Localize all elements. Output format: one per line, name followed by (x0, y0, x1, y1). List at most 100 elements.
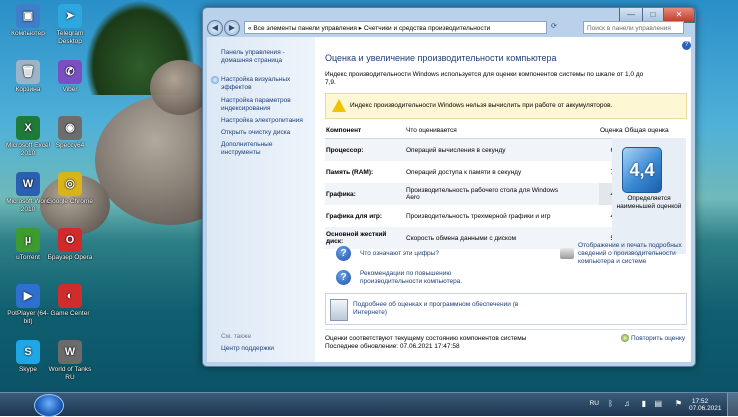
component-cell: Графика: (326, 190, 356, 198)
see-also-heading: См. также (221, 333, 252, 340)
shield-icon (211, 76, 219, 84)
desktop-icon-label: World of Tanks RU (48, 366, 92, 381)
control-panel-window[interactable]: — □ ✕ ◀ ▶ « Все элементы панели управлен… (202, 7, 696, 367)
what-cell: Операций вычисления в секунду (406, 146, 506, 154)
desktop-icon-label: uTorrent (16, 254, 40, 261)
app-icon: W (58, 340, 82, 364)
desktop-icon[interactable]: S Skype (4, 340, 52, 374)
base-score-caption: Определяется наименьшей оценкой (616, 195, 682, 210)
link-cp-home[interactable]: Панель управления - домашняя страница (221, 49, 311, 65)
col-what: Что оценивается (405, 123, 599, 139)
link-power[interactable]: Настройка электропитания (221, 117, 311, 125)
desktop-icon-label: Microsoft Excel 2010 (5, 142, 51, 157)
desktop-icon[interactable]: ✆ Viber (46, 60, 94, 94)
link-indexing[interactable]: Настройка параметров индексирования (221, 97, 311, 113)
app-icon: ➤ (58, 4, 82, 28)
battery-icon[interactable]: ▮ (642, 399, 646, 408)
forward-button[interactable]: ▶ (224, 20, 240, 36)
link-action-center[interactable]: Центр поддержки (221, 345, 274, 353)
app-icon: S (16, 340, 40, 364)
desktop-icon-label: Компьютер (11, 30, 45, 37)
taskbar: RU ᛒ ♫ ▮ ▤ ⚑ 17:52 07.06.2021 (0, 392, 738, 417)
app-icon: X (16, 116, 40, 140)
desktop-icon[interactable]: µ uTorrent (4, 228, 52, 262)
page-title: Оценка и увеличение производительности к… (325, 53, 557, 63)
warning-text: Индекс производительности Windows нельзя… (350, 102, 613, 109)
desktop-icon[interactable]: ◐ Game Center (46, 284, 94, 318)
link-visual-effects[interactable]: Настройка визуальных эффектов (221, 76, 311, 92)
app-icon: µ (16, 228, 40, 252)
flag-icon[interactable]: ⚑ (675, 399, 682, 408)
desktop-icon-label: Telegram Desktop (56, 30, 84, 45)
component-cell: Графика для игр: (326, 212, 383, 220)
title-bar[interactable]: — □ ✕ ◀ ▶ « Все элементы панели управлен… (203, 8, 695, 36)
link-online-details[interactable]: Подробнее об оценках и программном обесп… (353, 301, 523, 317)
app-icon: ◐ (58, 284, 82, 308)
question-icon: ? (336, 270, 351, 285)
col-base-score: Общая оценка (623, 123, 685, 139)
component-cell: Память (RAM): (326, 168, 374, 176)
desktop-icon[interactable]: O Браузер Opera (46, 228, 94, 262)
intro-text: Индекс производительности Windows исполь… (325, 71, 644, 86)
status-line-2: Последнее обновление: 07.06.2021 17:47:5… (325, 343, 460, 350)
document-icon (330, 299, 348, 321)
what-cell: Скорость обмена данными с диском (406, 234, 517, 242)
desktop-icon[interactable]: W Microsoft Word 2010 (4, 172, 52, 214)
rock-decoration (150, 60, 210, 115)
link-print-details[interactable]: Отображение и печать подробных сведений … (578, 242, 686, 266)
details-box: Подробнее об оценках и программном обесп… (325, 293, 687, 325)
show-desktop-button[interactable] (727, 393, 738, 416)
app-icon: ✆ (58, 60, 82, 84)
desktop-icon[interactable]: W World of Tanks RU (46, 340, 94, 382)
link-what-do-numbers-mean[interactable]: Что означают эти цифры? (360, 250, 439, 258)
left-task-pane: Панель управления - домашняя страница На… (207, 37, 315, 362)
desktop-icon[interactable]: ➤ Telegram Desktop (46, 4, 94, 46)
app-icon: O (58, 228, 82, 252)
warning-icon (332, 99, 346, 112)
app-icon: ◎ (58, 172, 82, 196)
address-bar[interactable]: « Все элементы панели управления ▸ Счетч… (244, 21, 547, 34)
refresh-icon[interactable]: ⟳ (551, 22, 563, 33)
app-icon: W (16, 172, 40, 196)
base-score-badge: 4,4 (622, 147, 662, 193)
what-cell: Производительность рабочего стола для Wi… (406, 187, 559, 201)
desktop-icon[interactable]: ◎ Google Chrome (46, 172, 94, 206)
network-icon[interactable]: ▤ (654, 399, 662, 408)
desktop-icon[interactable]: ▣ Компьютер (4, 4, 52, 38)
what-cell: Производительность трехмерной графики и … (406, 212, 551, 220)
col-score: Оценка (599, 123, 624, 139)
what-cell: Операций доступа к памяти в секунду (406, 168, 522, 176)
component-cell: Основной жесткий диск: (326, 231, 387, 245)
battery-warning-bar: Индекс производительности Windows нельзя… (325, 93, 687, 119)
app-icon: ▣ (16, 4, 40, 28)
link-disk-cleanup[interactable]: Открыть очистку диска (221, 129, 311, 137)
link-advanced-tools[interactable]: Дополнительные инструменты (221, 141, 311, 157)
speaker-icon[interactable]: ♫ (624, 399, 630, 408)
component-cell: Процессор: (326, 146, 364, 154)
language-indicator[interactable]: RU (590, 400, 599, 407)
shield-icon (621, 334, 629, 342)
link-performance-tips[interactable]: Рекомендации по повышению производительн… (360, 270, 510, 286)
desktop-icon-label: Google Chrome (47, 198, 93, 205)
desktop-icon[interactable]: 🗑 Корзина (4, 60, 52, 94)
desktop-icon-label: PotPlayer (64-bit) (7, 310, 49, 325)
clock-time: 17:52 (691, 398, 709, 405)
app-icon: ▶ (16, 284, 40, 308)
desktop-icon-label: Viber (62, 86, 78, 93)
start-button[interactable] (34, 394, 64, 417)
divider (325, 329, 687, 330)
clock[interactable]: 17:52 07.06.2021 (689, 398, 722, 412)
help-icon[interactable]: ? (682, 41, 691, 50)
desktop-icon[interactable]: ◉ Speccy64 (46, 116, 94, 150)
back-button[interactable]: ◀ (207, 20, 223, 36)
desktop-icon[interactable]: ▶ PotPlayer (64-bit) (4, 284, 52, 326)
desktop-icon-label: Корзина (15, 86, 41, 93)
status-line-1: Оценки соответствуют текущему состоянию … (325, 335, 527, 342)
rerun-assessment-link[interactable]: Повторить оценку (631, 335, 685, 343)
desktop-icon[interactable]: X Microsoft Excel 2010 (4, 116, 52, 158)
bluetooth-icon[interactable]: ᛒ (608, 399, 613, 408)
window-client-area: Панель управления - домашняя страница На… (207, 37, 691, 362)
desktop-icon-label: Game Center (50, 310, 90, 317)
search-input[interactable]: Поиск в панели управления (583, 21, 684, 34)
col-component: Компонент (325, 123, 405, 139)
